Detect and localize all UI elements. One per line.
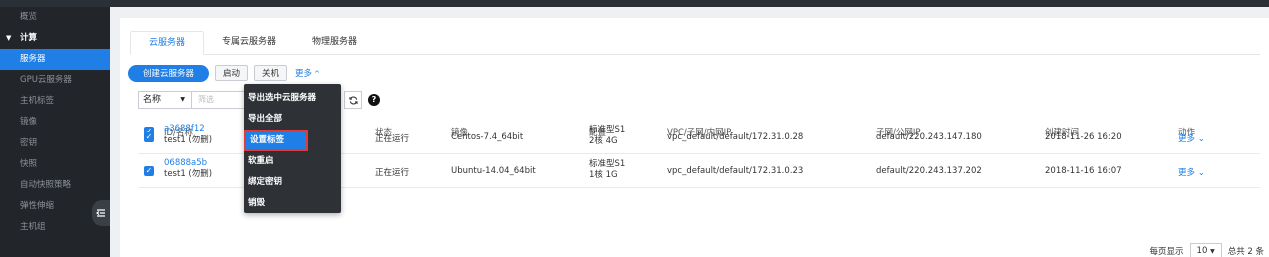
pagination: 每页显示 10 ▼ 总共 2 条 [1150,243,1264,257]
config-spec: 1核 1G [589,170,618,180]
start-button[interactable]: 启动 [215,65,249,81]
sidebar-item-gpu-servers[interactable]: GPU云服务器 [0,70,110,91]
caret-down-icon: ▼ [6,34,12,42]
image-text: Ubuntu-14.04_64bit [451,166,536,176]
sidebar-item-label: GPU云服务器 [20,75,72,85]
server-id-link[interactable]: a3688f12 [164,124,205,134]
refresh-icon [348,95,358,105]
sidebar: 概览 ▼ 计算 服务器 GPU云服务器 主机标签 镜像 密钥 快照 自动快照策略 … [0,7,110,257]
sidebar-item-label: 概览 [20,12,38,22]
menu-item-export-selected[interactable]: 导出选中云服务器 [244,88,341,109]
menu-item-export-all[interactable]: 导出全部 [244,109,341,130]
more-label: 更多 [295,69,313,79]
page-size-value: 10 [1196,246,1208,256]
sidebar-item-label: 主机标签 [20,96,55,106]
more-actions-button[interactable]: 更多 ^ [295,67,320,79]
created-time: 2018-11-16 16:07 [1045,166,1122,176]
sidebar-item-label: 弹性伸缩 [20,201,55,211]
caret-down-icon: ▼ [180,96,185,103]
help-icon[interactable]: ? [368,94,380,106]
row-checkbox[interactable]: ✓ [144,132,154,142]
row-checkbox[interactable]: ✓ [144,166,154,176]
sidebar-item-snapshots[interactable]: 快照 [0,154,110,175]
image-text: Centos-7.4_64bit [451,132,524,142]
config-type: 标准型S1 [589,125,626,135]
config-spec: 2核 4G [589,136,618,146]
sidebar-item-images[interactable]: 镜像 [0,112,110,133]
status-text: 正在运行 [375,168,410,178]
tab-dedicated-servers[interactable]: 专属云服务器 [204,31,294,55]
row-more-button[interactable]: 更多 ⌄ [1178,166,1205,178]
sidebar-item-label: 服务器 [20,54,46,64]
row-more-button[interactable]: 更多 ⌄ [1178,132,1205,144]
sidebar-item-label: 主机组 [20,222,46,232]
menu-item-soft-reboot[interactable]: 软重启 [244,151,341,172]
vpc-ip-text: vpc_default/default/172.31.0.28 [667,132,804,142]
server-name: test1 (勿删) [164,169,213,179]
server-id-link[interactable]: 06888a5b [164,158,207,168]
filter-field-select[interactable]: 名称 ▼ [138,91,192,109]
per-page-label: 每页显示 [1149,247,1184,257]
toolbar: 创建云服务器 启动 关机 更多 ^ [128,64,320,82]
more-actions-dropdown: 导出选中云服务器 导出全部 设置标签 软重启 绑定密钥 销毁 [244,84,341,213]
status-text: 正在运行 [375,134,410,144]
collapse-menu-icon [96,209,105,217]
sidebar-item-overview[interactable]: 概览 [0,7,110,28]
menu-item-destroy[interactable]: 销毁 [244,193,341,214]
row-more-label: 更多 [1178,168,1196,178]
sidebar-item-host-tags[interactable]: 主机标签 [0,91,110,112]
top-bar [0,0,1269,7]
sidebar-group-compute[interactable]: ▼ 计算 [0,28,110,49]
tab-cloud-servers[interactable]: 云服务器 [130,31,205,55]
sidebar-item-label: 密钥 [20,138,38,148]
tab-physical-servers[interactable]: 物理服务器 [294,31,375,55]
menu-item-bind-key[interactable]: 绑定密钥 [244,172,341,193]
sidebar-item-auto-snapshot[interactable]: 自动快照策略 [0,175,110,196]
created-time: 2018-11-26 16:20 [1045,132,1122,142]
sidebar-item-label: 镜像 [20,117,38,127]
public-ip-text: default/220.243.137.202 [876,166,982,176]
page-size-select[interactable]: 10 ▼ [1189,243,1222,257]
sidebar-item-keys[interactable]: 密钥 [0,133,110,154]
sidebar-item-label: 计算 [20,33,38,43]
public-ip-text: default/220.243.147.180 [876,132,982,142]
sidebar-item-servers[interactable]: 服务器 [0,49,110,70]
server-name: test1 (勿删) [164,135,213,145]
caret-down-icon: ▼ [1210,248,1215,255]
sidebar-collapse-toggle[interactable] [92,200,110,226]
sidebar-item-label: 自动快照策略 [20,180,72,190]
shutdown-button[interactable]: 关机 [254,65,288,81]
chevron-down-icon: ⌄ [1197,168,1205,178]
create-server-button[interactable]: 创建云服务器 [128,64,210,82]
sidebar-item-label: 快照 [20,159,38,169]
tab-bar: 云服务器 专属云服务器 物理服务器 [130,31,1260,55]
menu-item-set-tags[interactable]: 设置标签 [244,130,308,151]
row-more-label: 更多 [1178,134,1196,144]
filter-field-label: 名称 [143,95,162,105]
config-type: 标准型S1 [589,159,626,169]
chevron-down-icon: ⌄ [1197,134,1205,144]
vpc-ip-text: vpc_default/default/172.31.0.23 [667,166,804,176]
refresh-button[interactable] [344,91,362,109]
chevron-up-icon: ^ [314,70,320,78]
total-count: 总共 2 条 [1227,247,1264,257]
